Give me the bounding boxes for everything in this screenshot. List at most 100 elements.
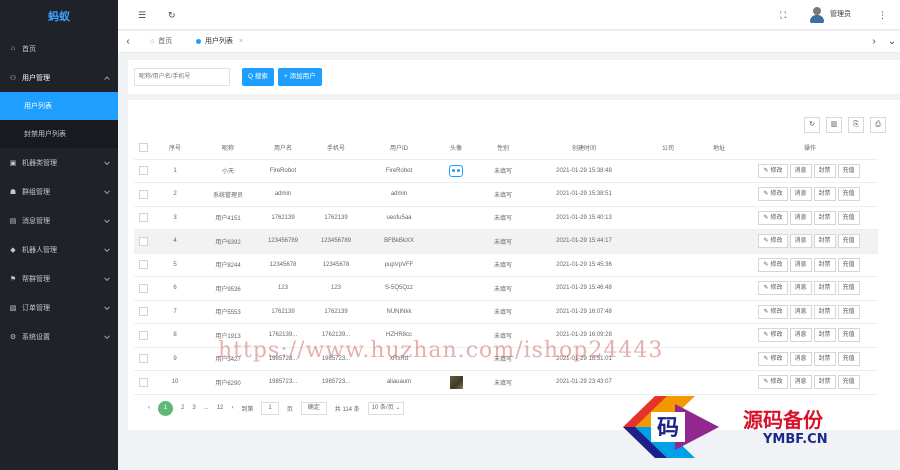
- recharge-button[interactable]: 充值: [837, 375, 860, 390]
- column-header[interactable]: 创建时间: [528, 137, 640, 160]
- page-3-button[interactable]: 3: [192, 405, 195, 411]
- edit-button[interactable]: ✎ 修改: [758, 257, 788, 272]
- row-checkbox[interactable]: [138, 354, 148, 364]
- columns-icon[interactable]: ▥: [826, 117, 842, 133]
- tab-close-icon[interactable]: ×: [239, 38, 243, 45]
- recharge-button[interactable]: 充值: [837, 234, 860, 249]
- row-select-cell[interactable]: [134, 276, 152, 301]
- sidebar-item-group[interactable]: ☗ 群组管理: [0, 177, 118, 206]
- row-checkbox[interactable]: [138, 189, 148, 199]
- recharge-button[interactable]: 充值: [837, 163, 860, 178]
- print-icon[interactable]: ⎙: [870, 117, 886, 133]
- edit-button[interactable]: ✎ 修改: [758, 281, 788, 296]
- message-button[interactable]: 消息: [789, 304, 812, 319]
- recharge-button[interactable]: 充值: [837, 304, 860, 319]
- recharge-button[interactable]: 充值: [837, 328, 860, 343]
- row-checkbox[interactable]: [138, 166, 148, 176]
- row-select-cell[interactable]: [134, 182, 152, 207]
- column-header[interactable]: 地址: [696, 137, 742, 160]
- column-header[interactable]: 昵称: [198, 137, 258, 160]
- sidebar-item-home[interactable]: ⌂ 首页: [0, 34, 118, 63]
- recharge-button[interactable]: 充值: [837, 210, 860, 225]
- row-checkbox[interactable]: [138, 377, 148, 387]
- edit-button[interactable]: ✎ 修改: [758, 375, 788, 390]
- message-button[interactable]: 消息: [789, 328, 812, 343]
- ban-button[interactable]: 封禁: [813, 234, 836, 249]
- admin-name[interactable]: 管理员: [830, 0, 851, 30]
- recharge-button[interactable]: 充值: [837, 187, 860, 202]
- sidebar-item-settings[interactable]: ⚙ 系统设置: [0, 322, 118, 351]
- message-button[interactable]: 消息: [789, 257, 812, 272]
- row-checkbox[interactable]: [138, 307, 148, 317]
- tab-scroll-left-icon[interactable]: ‹: [120, 31, 136, 53]
- avatar[interactable]: [810, 7, 824, 23]
- column-header[interactable]: 头像: [434, 137, 478, 160]
- column-header[interactable]: 用户名: [258, 137, 308, 160]
- tab-user-list[interactable]: 用户列表 ×: [196, 31, 243, 53]
- prev-page-icon[interactable]: ‹: [148, 405, 150, 411]
- search-button[interactable]: Q 搜索: [242, 68, 274, 86]
- row-select-cell[interactable]: [134, 370, 152, 395]
- ban-button[interactable]: 封禁: [813, 187, 836, 202]
- sidebar-item-user-management[interactable]: ⚇ 用户管理: [0, 63, 118, 92]
- row-checkbox[interactable]: [138, 260, 148, 270]
- page-size-select[interactable]: 10 条/页 ⌄: [367, 401, 405, 415]
- page-12-button[interactable]: 12: [217, 405, 224, 411]
- row-select-cell[interactable]: [134, 347, 152, 371]
- row-select-cell[interactable]: [134, 229, 152, 254]
- row-checkbox[interactable]: [138, 236, 148, 246]
- column-header[interactable]: 性别: [478, 137, 528, 160]
- search-input[interactable]: [134, 68, 230, 86]
- sidebar-subitem-user-list[interactable]: 用户列表: [0, 92, 118, 120]
- edit-button[interactable]: ✎ 修改: [758, 163, 788, 178]
- recharge-button[interactable]: 充值: [837, 257, 860, 272]
- message-button[interactable]: 消息: [789, 281, 812, 296]
- sidebar-subitem-banned-users[interactable]: 封禁用户列表: [0, 120, 118, 148]
- select-all-cell[interactable]: [134, 137, 152, 160]
- row-checkbox[interactable]: [138, 213, 148, 223]
- ban-button[interactable]: 封禁: [813, 210, 836, 225]
- row-checkbox[interactable]: [138, 283, 148, 293]
- column-header[interactable]: 手机号: [308, 137, 364, 160]
- ban-button[interactable]: 封禁: [813, 257, 836, 272]
- message-button[interactable]: 消息: [789, 234, 812, 249]
- message-button[interactable]: 消息: [789, 351, 812, 366]
- export-icon[interactable]: ⎘: [848, 117, 864, 133]
- ban-button[interactable]: 封禁: [813, 375, 836, 390]
- select-all-checkbox[interactable]: [138, 143, 148, 153]
- ban-button[interactable]: 封禁: [813, 281, 836, 296]
- row-select-cell[interactable]: [134, 300, 152, 324]
- message-button[interactable]: 消息: [789, 375, 812, 390]
- edit-button[interactable]: ✎ 修改: [758, 328, 788, 343]
- recharge-button[interactable]: 充值: [837, 351, 860, 366]
- fullscreen-icon[interactable]: ⛶: [780, 0, 786, 30]
- message-button[interactable]: 消息: [789, 163, 812, 178]
- next-page-icon[interactable]: ›: [231, 405, 233, 411]
- page-2-button[interactable]: 2: [181, 405, 184, 411]
- edit-button[interactable]: ✎ 修改: [758, 351, 788, 366]
- tab-scroll-right-icon[interactable]: ›: [866, 31, 882, 53]
- ban-button[interactable]: 封禁: [813, 328, 836, 343]
- page-1-button[interactable]: 1: [158, 400, 173, 416]
- row-select-cell[interactable]: [134, 323, 152, 348]
- sidebar-item-help-group[interactable]: ⚑ 帮群管理: [0, 264, 118, 293]
- tab-home[interactable]: ⌂ 首页: [150, 31, 172, 53]
- ban-button[interactable]: 封禁: [813, 304, 836, 319]
- row-select-cell[interactable]: [134, 206, 152, 230]
- column-header[interactable]: 用户ID: [364, 137, 434, 160]
- refresh-icon[interactable]: ↻: [168, 0, 176, 30]
- edit-button[interactable]: ✎ 修改: [758, 234, 788, 249]
- refresh-table-icon[interactable]: ↻: [804, 117, 820, 133]
- menu-toggle-icon[interactable]: ☰: [138, 0, 146, 30]
- message-button[interactable]: 消息: [789, 187, 812, 202]
- sidebar-item-machine[interactable]: ▣ 机器类管理: [0, 148, 118, 177]
- column-header[interactable]: 操作: [742, 137, 878, 160]
- edit-button[interactable]: ✎ 修改: [758, 304, 788, 319]
- column-header[interactable]: 序号: [152, 137, 198, 160]
- ban-button[interactable]: 封禁: [813, 163, 836, 178]
- row-select-cell[interactable]: [134, 159, 152, 183]
- row-checkbox[interactable]: [138, 330, 148, 340]
- message-button[interactable]: 消息: [789, 210, 812, 225]
- goto-confirm-button[interactable]: 确定: [300, 401, 327, 415]
- tab-menu-icon[interactable]: ⌄: [884, 31, 900, 53]
